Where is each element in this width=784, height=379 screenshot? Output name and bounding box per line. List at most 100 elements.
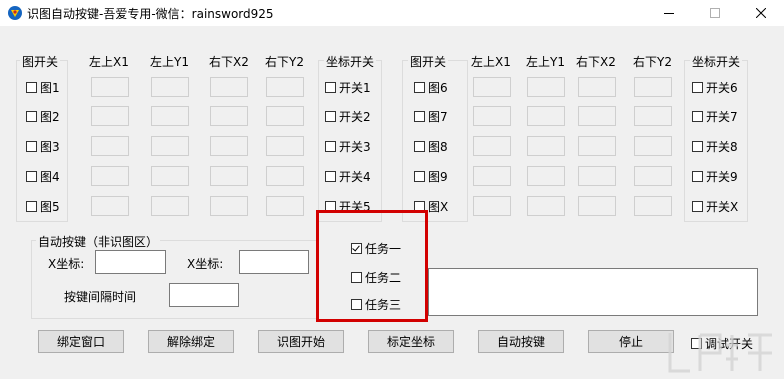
image-2-label: 图2 xyxy=(40,110,60,124)
image-5-x2-input[interactable] xyxy=(210,196,248,216)
start-recognition-button[interactable]: 识图开始 xyxy=(258,330,344,353)
checkbox-box[interactable] xyxy=(414,82,425,93)
switch-7-checkbox[interactable]: 开关7 xyxy=(692,108,738,125)
image-8-y1-input[interactable] xyxy=(527,136,565,156)
image-1-x2-input[interactable] xyxy=(210,77,248,97)
watermark-graphic xyxy=(668,333,772,373)
image-2-y1-input[interactable] xyxy=(151,106,189,126)
image-4-checkbox[interactable]: 图4 xyxy=(26,168,60,185)
image-8-y2-input[interactable] xyxy=(634,136,672,156)
checkbox-box[interactable] xyxy=(325,111,336,122)
checkbox-box[interactable] xyxy=(325,141,336,152)
bind-window-button[interactable]: 绑定窗口 xyxy=(38,330,124,353)
image-4-x1-input[interactable] xyxy=(91,166,129,186)
image-5-x1-input[interactable] xyxy=(91,196,129,216)
image-2-x2-input[interactable] xyxy=(210,106,248,126)
unbind-button[interactable]: 解除绑定 xyxy=(148,330,234,353)
checkbox-box[interactable] xyxy=(26,111,37,122)
switch-8-checkbox[interactable]: 开关8 xyxy=(692,138,738,155)
image-5-y1-input[interactable] xyxy=(151,196,189,216)
image-7-y2-input[interactable] xyxy=(634,106,672,126)
image-1-checkbox[interactable]: 图1 xyxy=(26,79,60,96)
image-9-x2-input[interactable] xyxy=(578,166,616,186)
image-7-y1-input[interactable] xyxy=(527,106,565,126)
switch-2-checkbox[interactable]: 开关2 xyxy=(325,108,371,125)
switch-3-checkbox[interactable]: 开关3 xyxy=(325,138,371,155)
image-5-checkbox[interactable]: 图5 xyxy=(26,198,60,215)
interval-label: 按键间隔时间 xyxy=(64,290,137,304)
image-4-x2-input[interactable] xyxy=(210,166,248,186)
minimize-button[interactable] xyxy=(646,0,692,26)
checkbox-box[interactable] xyxy=(26,141,37,152)
checkbox-box[interactable] xyxy=(692,201,703,212)
checkbox-box[interactable] xyxy=(325,82,336,93)
image-1-label: 图1 xyxy=(40,81,60,95)
image-8-checkbox[interactable]: 图8 xyxy=(414,138,448,155)
checkbox-box[interactable] xyxy=(26,171,37,182)
image-6-x1-input[interactable] xyxy=(473,77,511,97)
maximize-button[interactable] xyxy=(692,0,738,26)
switch-1-checkbox[interactable]: 开关1 xyxy=(325,79,371,96)
image-6-checkbox[interactable]: 图6 xyxy=(414,79,448,96)
checkbox-box[interactable] xyxy=(692,82,703,93)
image-9-y2-input[interactable] xyxy=(634,166,672,186)
image-1-y1-input[interactable] xyxy=(151,77,189,97)
image-7-x2-input[interactable] xyxy=(578,106,616,126)
image-3-y2-input[interactable] xyxy=(266,136,304,156)
image-x-y2-input[interactable] xyxy=(634,196,672,216)
switch-4-checkbox[interactable]: 开关4 xyxy=(325,168,371,185)
image-3-checkbox[interactable]: 图3 xyxy=(26,138,60,155)
left-col-header-y1: 左上Y1 xyxy=(150,55,189,69)
app-icon xyxy=(8,6,22,20)
switch-9-checkbox[interactable]: 开关9 xyxy=(692,168,738,185)
image-9-checkbox[interactable]: 图9 xyxy=(414,168,448,185)
image-x-y1-input[interactable] xyxy=(527,196,565,216)
image-x-x1-input[interactable] xyxy=(473,196,511,216)
checkbox-box[interactable] xyxy=(26,82,37,93)
image-5-y2-input[interactable] xyxy=(266,196,304,216)
image-1-y2-input[interactable] xyxy=(266,77,304,97)
image-9-x1-input[interactable] xyxy=(473,166,511,186)
calibrate-button[interactable]: 标定坐标 xyxy=(368,330,454,353)
checkbox-box[interactable] xyxy=(414,141,425,152)
auto-key-x-input[interactable] xyxy=(95,250,166,274)
image-3-x2-input[interactable] xyxy=(210,136,248,156)
image-6-x2-input[interactable] xyxy=(578,77,616,97)
right-image-switch-header: 图开关 xyxy=(408,53,449,70)
switch-6-label: 开关6 xyxy=(706,81,738,95)
image-8-x1-input[interactable] xyxy=(473,136,511,156)
checkbox-box[interactable] xyxy=(692,141,703,152)
switch-6-checkbox[interactable]: 开关6 xyxy=(692,79,738,96)
image-6-y2-input[interactable] xyxy=(634,77,672,97)
switch-3-label: 开关3 xyxy=(339,140,371,154)
checkbox-box[interactable] xyxy=(414,171,425,182)
close-button[interactable] xyxy=(738,0,784,26)
checkbox-box[interactable] xyxy=(692,171,703,182)
image-9-y1-input[interactable] xyxy=(527,166,565,186)
image-8-x2-input[interactable] xyxy=(578,136,616,156)
image-2-y2-input[interactable] xyxy=(266,106,304,126)
image-7-checkbox[interactable]: 图7 xyxy=(414,108,448,125)
checkbox-box[interactable] xyxy=(26,201,37,212)
image-3-y1-input[interactable] xyxy=(151,136,189,156)
checkbox-box[interactable] xyxy=(692,111,703,122)
image-2-x1-input[interactable] xyxy=(91,106,129,126)
auto-key-button[interactable]: 自动按键 xyxy=(478,330,564,353)
image-5-label: 图5 xyxy=(40,200,60,214)
image-6-y1-input[interactable] xyxy=(527,77,565,97)
auto-key-y-input[interactable] xyxy=(239,250,309,274)
image-7-x1-input[interactable] xyxy=(473,106,511,126)
image-4-y2-input[interactable] xyxy=(266,166,304,186)
image-4-y1-input[interactable] xyxy=(151,166,189,186)
checkbox-box[interactable] xyxy=(325,171,336,182)
window-title: 识图自动按键-吾爱专用-微信：rainsword925 xyxy=(27,7,274,21)
switch-x-checkbox[interactable]: 开关X xyxy=(692,198,738,215)
image-x-x2-input[interactable] xyxy=(578,196,616,216)
checkbox-box[interactable] xyxy=(414,111,425,122)
log-output-area[interactable] xyxy=(428,268,758,316)
image-3-x1-input[interactable] xyxy=(91,136,129,156)
image-2-checkbox[interactable]: 图2 xyxy=(26,108,60,125)
interval-input[interactable] xyxy=(169,283,239,307)
image-1-x1-input[interactable] xyxy=(91,77,129,97)
switch-4-label: 开关4 xyxy=(339,170,371,184)
